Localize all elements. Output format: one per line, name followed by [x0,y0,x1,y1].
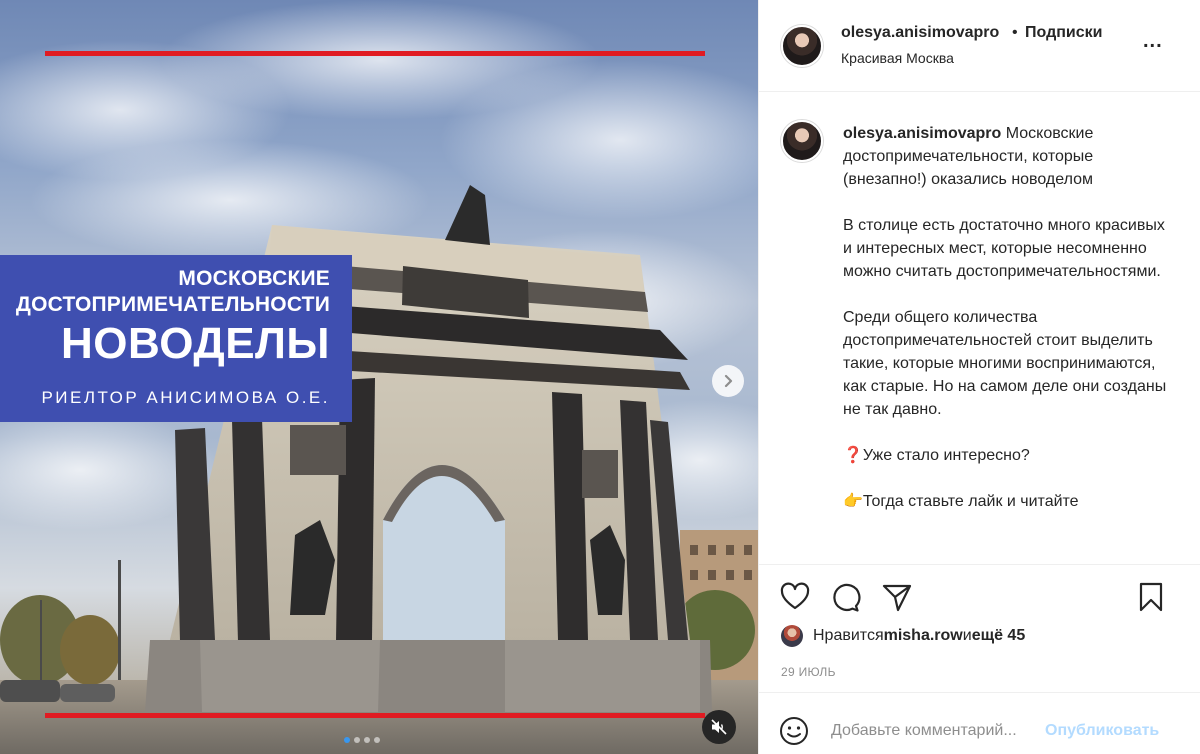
share-icon[interactable] [881,581,913,613]
mute-button[interactable] [702,710,736,744]
bookmark-icon[interactable] [1135,581,1167,613]
author-username[interactable]: olesya.anisimovapro [841,24,999,42]
liker-avatar[interactable] [781,625,803,647]
heart-icon[interactable] [779,581,811,613]
speaker-muted-icon [711,719,727,735]
caption-avatar[interactable] [781,120,823,162]
title-overlay: МОСКОВСКИЕ ДОСТОПРИМЕЧАТЕЛЬНОСТИ НОВОДЕЛ… [0,255,352,422]
next-slide-button[interactable] [712,365,744,397]
comment-bar: Добавьте комментарий... Опубликовать [759,692,1200,754]
post-caption: olesya.anisimovapro Московские достоприм… [759,92,1200,564]
likes-prefix: Нравится [813,627,884,644]
author-avatar[interactable] [781,25,823,67]
chevron-right-icon [724,374,733,388]
post-location[interactable]: Красивая Москва [841,50,954,66]
red-stripe-bottom [45,713,705,718]
post-sidebar: olesya.anisimovapro • Подписки Красивая … [758,0,1200,754]
header-separator: • [1012,24,1018,41]
post-actions: Нравится misha.row и ещё 45 29 ИЮЛЬ [759,564,1200,692]
overlay-line-1: МОСКОВСКИЕ [178,267,330,290]
overlay-line-2: ДОСТОПРИМЕЧАТЕЛЬНОСТИ [15,293,330,316]
caption-paragraph: 👉Тогда ставьте лайк и читайте [843,493,1079,510]
post-comment-button[interactable]: Опубликовать [1045,722,1159,740]
emoji-icon[interactable] [779,716,809,746]
more-options-button[interactable]: ... [1143,30,1163,53]
liker-username[interactable]: misha.row [884,627,963,645]
post-header: olesya.anisimovapro • Подписки Красивая … [759,0,1200,92]
overlay-author: РИЕЛТОР АНИСИМОВА О.Е. [41,388,330,407]
caption-paragraph: В столице есть достаточно много красивых… [843,217,1165,280]
caption-text: olesya.anisimovapro Московские достоприм… [843,122,1173,536]
caption-paragraph: Среди общего количества достопримечатель… [843,309,1167,418]
overlay-title: НОВОДЕЛЫ [61,319,330,368]
caption-username[interactable]: olesya.anisimovapro [843,125,1001,142]
comment-input[interactable]: Добавьте комментарий... [831,722,1017,740]
following-button[interactable]: Подписки [1025,24,1102,42]
slide-indicator [344,737,380,743]
slide-dot [344,737,350,743]
slide-dot [364,737,370,743]
slide-dot [354,737,360,743]
likes-summary[interactable]: Нравится misha.row и ещё 45 [781,625,1025,647]
likes-middle: и [962,627,972,644]
slide-dot [374,737,380,743]
likes-more[interactable]: ещё 45 [972,627,1026,645]
red-stripe-top [45,51,705,56]
comment-icon[interactable] [829,581,861,613]
post-date[interactable]: 29 ИЮЛЬ [781,665,836,679]
post-media[interactable]: МОСКОВСКИЕ ДОСТОПРИМЕЧАТЕЛЬНОСТИ НОВОДЕЛ… [0,0,758,754]
caption-paragraph: ❓Уже стало интересно? [843,447,1030,464]
